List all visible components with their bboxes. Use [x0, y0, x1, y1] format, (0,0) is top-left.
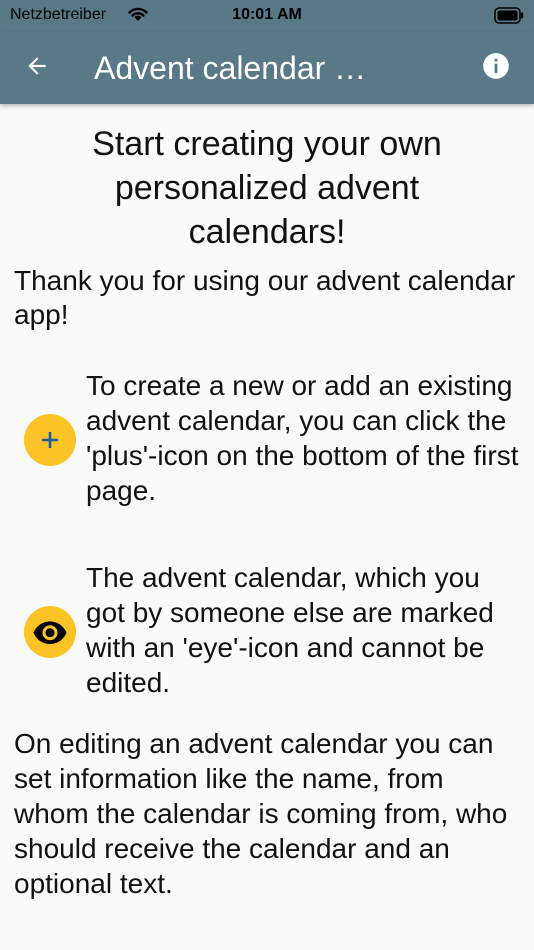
- arrow-left-icon: [24, 53, 50, 84]
- outro-text: On editing an advent calendar you can se…: [14, 728, 508, 899]
- info-button[interactable]: [480, 52, 512, 84]
- info-icon: [482, 52, 510, 85]
- status-bar: Netzbetreiber 10:01 AM: [0, 0, 534, 32]
- app-bar: Advent calendar …: [0, 32, 534, 104]
- eye-icon: [24, 606, 76, 658]
- headline: Start creating your own personalized adv…: [92, 125, 442, 251]
- feature-plus: To create a new or add an existing adven…: [24, 368, 520, 508]
- back-button[interactable]: [18, 49, 56, 87]
- feature-plus-text: To create a new or add an existing adven…: [86, 370, 519, 506]
- feature-eye: The advent calendar, which you got by so…: [24, 560, 520, 700]
- intro-text: Thank you for using our advent calendar …: [14, 265, 516, 330]
- page-title: Advent calendar …: [94, 50, 367, 86]
- feature-eye-text: The advent calendar, which you got by so…: [86, 562, 494, 698]
- plus-icon: [24, 414, 76, 466]
- battery-icon: [494, 7, 524, 24]
- status-time: 10:01 AM: [232, 6, 302, 23]
